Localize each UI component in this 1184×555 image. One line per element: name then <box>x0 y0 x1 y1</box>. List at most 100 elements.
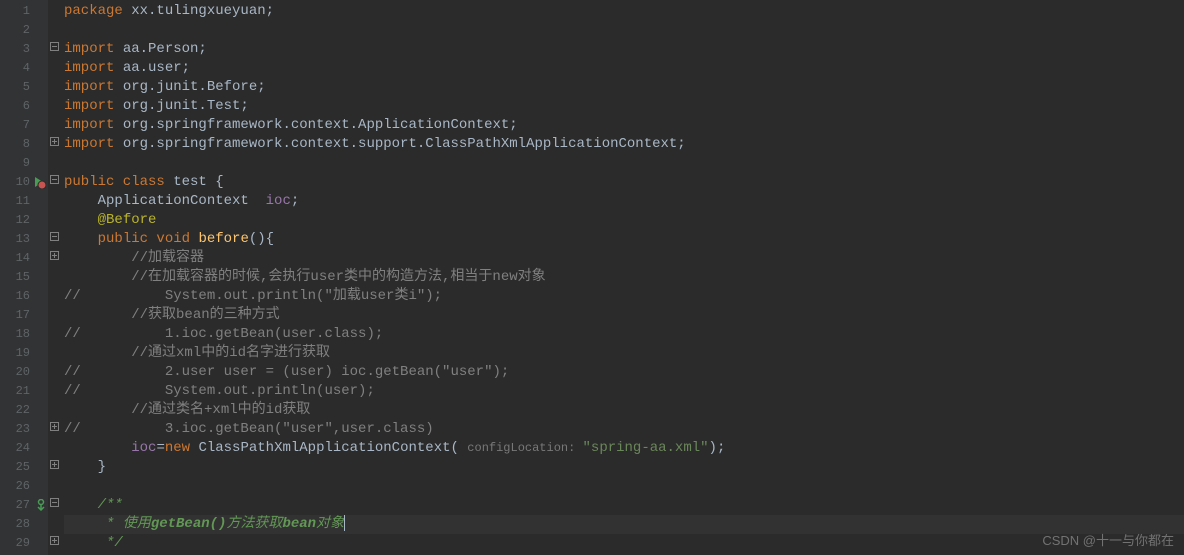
code-token: configLocation: <box>467 441 582 455</box>
code-token <box>64 345 131 361</box>
code-token: ioc <box>131 440 156 456</box>
fold-marker[interactable] <box>50 230 59 249</box>
fold-marker[interactable] <box>50 458 59 477</box>
code-token: * 使用 <box>64 516 151 532</box>
code-token: package <box>64 3 131 19</box>
code-token <box>64 269 131 285</box>
code-line[interactable]: public void before(){ <box>64 230 1184 249</box>
fold-column <box>48 0 60 555</box>
code-line[interactable]: // System.out.println(user); <box>64 382 1184 401</box>
code-line[interactable]: import aa.user; <box>64 59 1184 78</box>
code-token: = <box>156 440 164 456</box>
code-token <box>64 212 98 228</box>
code-line[interactable]: import org.springframework.context.suppo… <box>64 135 1184 154</box>
code-token: public void <box>98 231 199 247</box>
line-number: 14 <box>0 249 48 268</box>
code-line[interactable]: import aa.Person; <box>64 40 1184 59</box>
line-number: 22 <box>0 401 48 420</box>
code-line[interactable] <box>64 21 1184 40</box>
code-line[interactable]: /** <box>64 496 1184 515</box>
fold-marker[interactable] <box>50 249 59 268</box>
code-line[interactable]: // 3.ioc.getBean("user",user.class) <box>64 420 1184 439</box>
code-token: ioc <box>266 193 291 209</box>
code-line[interactable]: //通过xml中的id名字进行获取 <box>64 344 1184 363</box>
line-number: 24 <box>0 439 48 458</box>
code-token: org.junit.Test; <box>123 98 249 114</box>
code-line[interactable]: // 1.ioc.getBean(user.class); <box>64 325 1184 344</box>
code-token: // 3.ioc.getBean("user",user.class) <box>64 421 434 437</box>
code-token: // 1.ioc.getBean(user.class); <box>64 326 383 342</box>
code-line[interactable]: * 使用getBean()方法获取bean对象 <box>64 515 1184 534</box>
code-line[interactable]: */ <box>64 534 1184 553</box>
line-number: 17 <box>0 306 48 325</box>
code-line[interactable]: @Before <box>64 211 1184 230</box>
code-line[interactable]: public class test { <box>64 173 1184 192</box>
code-token: bean <box>282 516 316 532</box>
code-token: //通过xml中的id名字进行获取 <box>131 345 330 361</box>
code-token: //通过类名+xml中的id获取 <box>131 402 310 418</box>
code-token: org.springframework.context.ApplicationC… <box>123 117 518 133</box>
fold-marker[interactable] <box>50 496 59 515</box>
code-token: @Before <box>98 212 157 228</box>
code-line[interactable]: import org.junit.Before; <box>64 78 1184 97</box>
line-number: 12 <box>0 211 48 230</box>
line-number: 18 <box>0 325 48 344</box>
code-token: xx.tulingxueyuan; <box>131 3 274 19</box>
code-line[interactable]: ioc=new ClassPathXmlApplicationContext( … <box>64 439 1184 458</box>
code-line[interactable] <box>64 154 1184 173</box>
code-token: org.junit.Before; <box>123 79 266 95</box>
line-number: 3 <box>0 40 48 59</box>
code-line[interactable]: //加载容器 <box>64 249 1184 268</box>
line-number: 26 <box>0 477 48 496</box>
code-token: import <box>64 98 123 114</box>
run-test-icon[interactable] <box>32 175 46 189</box>
code-token: // System.out.println("加载user类i"); <box>64 288 442 304</box>
implements-icon[interactable] <box>35 499 47 511</box>
code-token: ; <box>291 193 299 209</box>
line-number: 6 <box>0 97 48 116</box>
line-number: 5 <box>0 78 48 97</box>
line-number: 4 <box>0 59 48 78</box>
line-number: 29 <box>0 534 48 553</box>
fold-marker[interactable] <box>50 534 59 553</box>
code-line[interactable]: //通过类名+xml中的id获取 <box>64 401 1184 420</box>
code-token: getBean() <box>151 516 227 532</box>
code-editor[interactable]: 1234567891011121314151617181920212223242… <box>0 0 1184 555</box>
code-token: before <box>198 231 248 247</box>
code-line[interactable]: // 2.user user = (user) ioc.getBean("use… <box>64 363 1184 382</box>
code-token: 方法获取 <box>226 516 282 532</box>
code-line[interactable]: //获取bean的三种方式 <box>64 306 1184 325</box>
code-token: // 2.user user = (user) ioc.getBean("use… <box>64 364 509 380</box>
line-number: 8 <box>0 135 48 154</box>
fold-marker[interactable] <box>50 173 59 192</box>
line-number: 28 <box>0 515 48 534</box>
code-token: // System.out.println(user); <box>64 383 375 399</box>
line-number: 11 <box>0 192 48 211</box>
fold-marker[interactable] <box>50 420 59 439</box>
fold-marker[interactable] <box>50 40 59 59</box>
code-line[interactable]: import org.springframework.context.Appli… <box>64 116 1184 135</box>
code-token: //加载容器 <box>131 250 204 266</box>
code-token: import <box>64 136 123 152</box>
code-line[interactable]: ApplicationContext ioc; <box>64 192 1184 211</box>
line-number: 21 <box>0 382 48 401</box>
line-number: 23 <box>0 420 48 439</box>
code-token: import <box>64 41 123 57</box>
code-token: aa.Person; <box>123 41 207 57</box>
code-token: ClassPathXmlApplicationContext( <box>198 440 467 456</box>
code-token: "spring-aa.xml" <box>583 440 709 456</box>
code-line[interactable]: //在加载容器的时候,会执行user类中的构造方法,相当于new对象 <box>64 268 1184 287</box>
line-number: 7 <box>0 116 48 135</box>
code-line[interactable] <box>64 477 1184 496</box>
code-token <box>64 497 98 513</box>
code-line[interactable]: package xx.tulingxueyuan; <box>64 2 1184 21</box>
fold-marker[interactable] <box>50 135 59 154</box>
code-line[interactable]: import org.junit.Test; <box>64 97 1184 116</box>
code-token <box>64 250 131 266</box>
code-area[interactable]: package xx.tulingxueyuan; import aa.Perso… <box>60 0 1184 555</box>
line-number: 2 <box>0 21 48 40</box>
code-line[interactable]: } <box>64 458 1184 477</box>
line-gutter: 1234567891011121314151617181920212223242… <box>0 0 48 555</box>
line-number: 16 <box>0 287 48 306</box>
code-line[interactable]: // System.out.println("加载user类i"); <box>64 287 1184 306</box>
